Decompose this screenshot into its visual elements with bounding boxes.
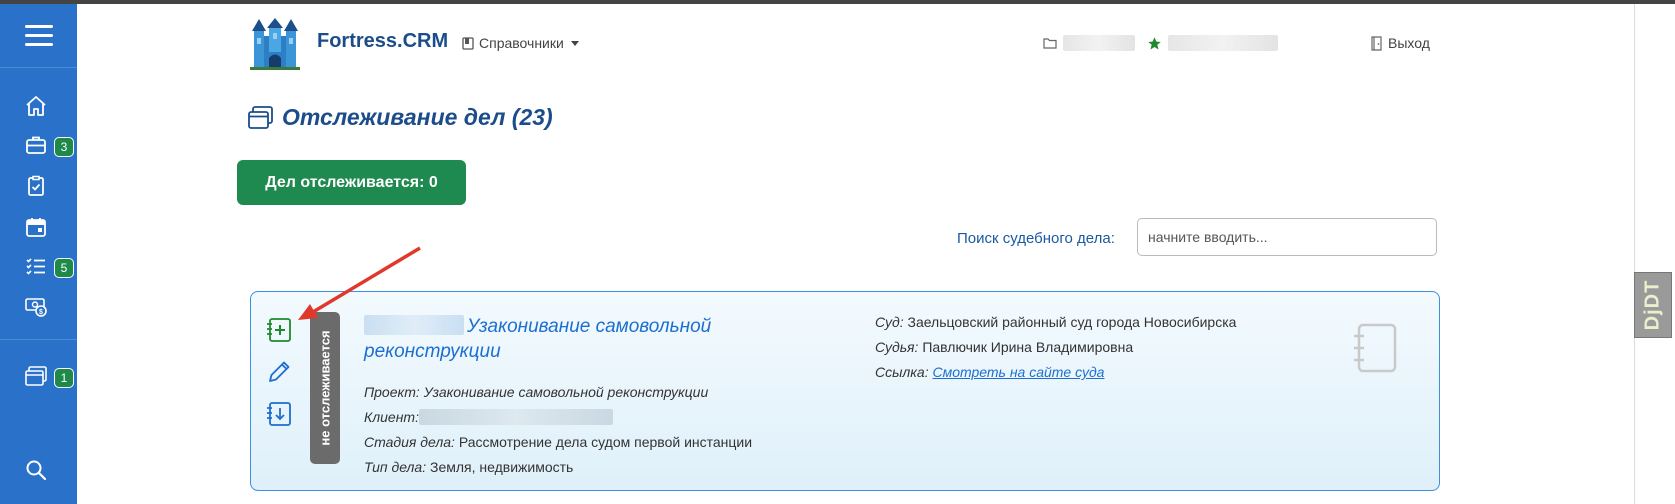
- redacted-client-name: [418, 409, 613, 425]
- case-card: не отслеживается Узаконивание самовольно…: [250, 291, 1440, 491]
- case-client-row: Клиент:: [364, 405, 752, 430]
- case-stage-row: Стадия дела: Рассмотрение дела судом пер…: [364, 434, 753, 450]
- menu-toggle-button[interactable]: [0, 4, 77, 68]
- case-details: Проект: Узаконивание самовольной реконст…: [364, 380, 752, 480]
- clipboard-check-icon: [28, 175, 44, 196]
- logout-label: Выход: [1388, 35, 1430, 51]
- workspace-selector[interactable]: [1043, 35, 1135, 51]
- case-type-value: Земля, недвижимость: [430, 459, 574, 475]
- door-icon: [1371, 35, 1382, 51]
- dictionaries-label: Справочники: [479, 35, 564, 51]
- sidebar-divider: [0, 339, 77, 340]
- cases-badge: 1: [54, 368, 74, 388]
- court-site-link[interactable]: Смотреть на сайте суда: [932, 364, 1104, 380]
- fortress-logo[interactable]: [250, 18, 300, 70]
- book-icon: [462, 36, 474, 50]
- briefcase-badge: 3: [54, 137, 74, 157]
- judge-value: Павлючик Ирина Владимировна: [922, 339, 1134, 355]
- case-type-row: Тип дела: Земля, недвижимость: [364, 459, 574, 475]
- star-icon: [1148, 36, 1161, 49]
- main-content: Fortress.CRM Справочники Выход Отслежива…: [77, 4, 1634, 504]
- edit-pencil-icon[interactable]: [265, 358, 293, 386]
- tracking-status-badge: не отслеживается: [310, 312, 340, 464]
- case-title-link[interactable]: Узаконивание самовольной реконструкции: [364, 314, 764, 364]
- page-title-text: Отслеживание дел (23): [282, 104, 553, 130]
- sidebar-item-cases[interactable]: 1: [0, 356, 77, 396]
- sidebar-item-calendar[interactable]: [0, 207, 77, 247]
- case-search-label: Поиск судебного дела:: [957, 230, 1115, 247]
- sidebar-item-clipboard[interactable]: [0, 166, 77, 206]
- page-title: Отслеживание дел (23): [248, 104, 553, 131]
- tracked-cases-button[interactable]: Дел отслеживается: 0: [237, 160, 466, 205]
- chevron-down-icon: [570, 40, 579, 46]
- calendar-icon: [26, 218, 46, 237]
- court-link-row: Ссылка: Смотреть на сайте суда: [875, 364, 1105, 380]
- redacted-case-number: [364, 315, 464, 335]
- logout-link[interactable]: Выход: [1371, 35, 1430, 51]
- sidebar-item-tasks[interactable]: 5: [0, 246, 77, 286]
- home-icon: [26, 96, 46, 116]
- right-gutter: [1634, 4, 1675, 504]
- sidebar-item-briefcase[interactable]: 3: [0, 125, 77, 165]
- sidebar: 3 5 $ 1: [0, 4, 77, 504]
- debug-toolbar-handle[interactable]: DjDT: [1634, 272, 1672, 338]
- redacted-workspace-name: [1063, 35, 1135, 51]
- case-actions: [265, 316, 295, 442]
- tracking-status-text: не отслеживается: [317, 330, 333, 446]
- download-case-icon[interactable]: [265, 400, 293, 428]
- svg-text:$: $: [39, 309, 43, 316]
- case-project-row: Проект: Узаконивание самовольной реконст…: [364, 384, 709, 400]
- case-search-input[interactable]: [1137, 218, 1437, 256]
- cash-coin-icon: $: [25, 298, 47, 317]
- hamburger-icon: [24, 24, 53, 47]
- sidebar-item-money[interactable]: $: [0, 286, 77, 326]
- court-details: Суд: Заельцовский районный суд города Но…: [875, 310, 1236, 385]
- judge-row: Судья: Павлючик Ирина Владимировна: [875, 339, 1134, 355]
- folder-icon: [1043, 38, 1057, 49]
- sidebar-item-search[interactable]: [0, 450, 77, 490]
- dictionaries-menu[interactable]: Справочники: [462, 35, 579, 51]
- cases-window-icon: [248, 105, 273, 129]
- add-to-tracking-icon[interactable]: [265, 316, 293, 344]
- search-icon: [26, 460, 47, 481]
- brand-name[interactable]: Fortress.CRM: [317, 30, 448, 53]
- court-value: Заельцовский районный суд города Новосиб…: [907, 314, 1237, 330]
- briefcase-icon: [26, 136, 46, 154]
- task-list-icon: [26, 258, 45, 275]
- court-row: Суд: Заельцовский районный суд города Но…: [875, 314, 1237, 330]
- tasks-badge: 5: [54, 258, 74, 278]
- case-project-value: Узаконивание самовольной реконструкции: [423, 384, 709, 400]
- debug-toolbar-label: DjDT: [1641, 279, 1664, 331]
- case-stage-value: Рассмотрение дела судом первой инстанции: [458, 434, 753, 450]
- sidebar-item-home[interactable]: [0, 86, 77, 126]
- journal-icon[interactable]: [1351, 322, 1399, 374]
- user-profile-menu[interactable]: [1147, 35, 1278, 51]
- top-header: Fortress.CRM Справочники Выход: [77, 4, 1634, 84]
- cases-window-icon: [25, 366, 47, 386]
- redacted-user-name: [1168, 35, 1278, 51]
